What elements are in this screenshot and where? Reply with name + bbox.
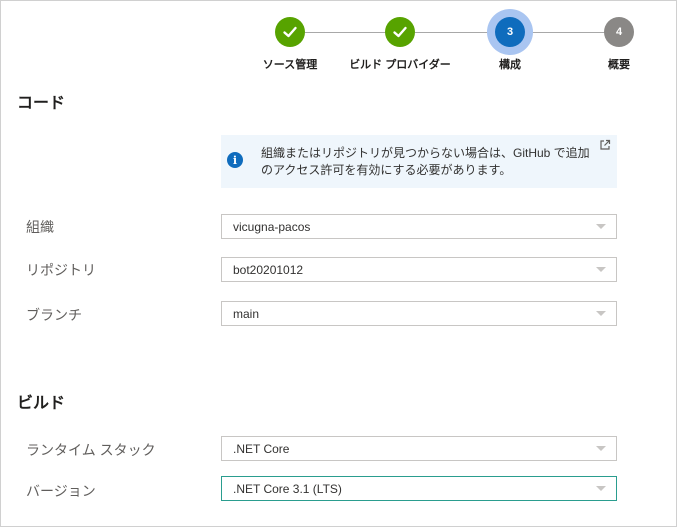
runtime-stack-dropdown[interactable]: .NET Core xyxy=(221,436,617,461)
step-1-check-icon[interactable] xyxy=(275,17,305,47)
step-2-label: ビルド プロバイダー xyxy=(349,59,451,71)
version-value: .NET Core 3.1 (LTS) xyxy=(233,482,342,496)
step-3-number[interactable]: 3 xyxy=(495,17,525,47)
step-2-check-icon[interactable] xyxy=(385,17,415,47)
branch-value: main xyxy=(233,307,260,321)
repository-value: bot20201012 xyxy=(233,263,304,277)
version-label: バージョン xyxy=(26,483,96,499)
step-4-number[interactable]: 4 xyxy=(604,17,634,47)
external-link-icon[interactable] xyxy=(599,139,611,151)
chevron-down-icon xyxy=(596,486,606,491)
organization-dropdown[interactable]: vicugna-pacos xyxy=(221,214,617,239)
organization-value: vicugna-pacos xyxy=(233,220,311,234)
runtime-stack-label: ランタイム スタック xyxy=(26,442,156,458)
chevron-down-icon xyxy=(596,311,606,316)
runtime-stack-value: .NET Core xyxy=(233,442,290,456)
repository-dropdown[interactable]: bot20201012 xyxy=(221,257,617,282)
step-1-label: ソース管理 xyxy=(262,59,318,71)
code-section-title: コード xyxy=(17,95,66,112)
info-icon: i xyxy=(227,152,243,168)
organization-label: 組織 xyxy=(26,219,54,235)
chevron-down-icon xyxy=(596,446,606,451)
version-dropdown[interactable]: .NET Core 3.1 (LTS) xyxy=(221,476,617,501)
step-3-label: 構成 xyxy=(499,59,521,71)
branch-dropdown[interactable]: main xyxy=(221,301,617,326)
chevron-down-icon xyxy=(596,267,606,272)
info-message-box: i 組織またはリポジトリが見つからない場合は、GitHub で追加のアクセス許可… xyxy=(221,135,617,188)
build-section-title: ビルド xyxy=(17,395,66,412)
chevron-down-icon xyxy=(596,224,606,229)
repository-label: リポジトリ xyxy=(26,262,96,278)
info-message-text: 組織またはリポジトリが見つからない場合は、GitHub で追加のアクセス許可を有… xyxy=(261,146,590,177)
wizard-stepper: 3 4 ソース管理 ビルド プロバイダー 構成 概要 xyxy=(1,1,677,81)
step-4-label: 概要 xyxy=(608,59,630,71)
branch-label: ブランチ xyxy=(26,307,82,323)
app-frame: 3 4 ソース管理 ビルド プロバイダー 構成 概要 コード i 組織またはリポ… xyxy=(0,0,677,527)
